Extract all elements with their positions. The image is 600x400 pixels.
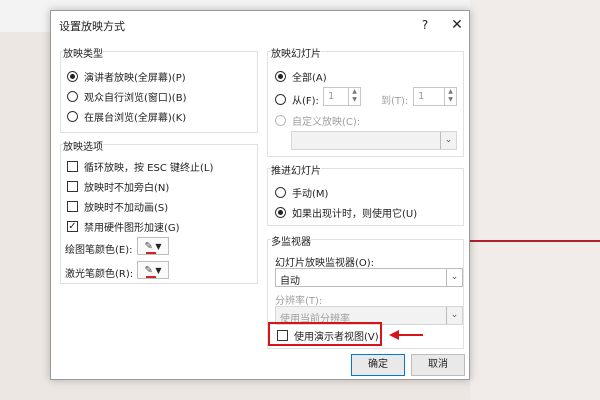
checkbox-icon xyxy=(67,161,78,172)
spinner-arrows-icon[interactable]: ▲ ▼ xyxy=(444,88,456,105)
checkbox-no-narration[interactable]: 放映时不加旁白(N) xyxy=(67,179,169,194)
slide-red-line xyxy=(470,240,600,242)
radio-all-slides[interactable]: 全部(A) xyxy=(275,69,327,84)
pen-icon: ✎ xyxy=(144,265,157,278)
radio-icon xyxy=(67,91,78,102)
checkbox-disable-hw-accel[interactable]: ✓ 禁用硬件图形加速(G) xyxy=(67,219,180,234)
chevron-down-icon: ▼ xyxy=(152,241,162,251)
slides-title: 放映幻灯片 xyxy=(271,45,321,60)
ok-button[interactable]: 确定 xyxy=(351,354,405,376)
radio-custom-show[interactable]: 自定义放映(C): xyxy=(275,113,360,128)
radio-use-timings[interactable]: 如果出现计时，则使用它(U) xyxy=(275,205,417,220)
monitor-select[interactable]: 自动 ⌄ xyxy=(275,268,463,287)
cancel-button[interactable]: 取消 xyxy=(411,354,465,376)
chevron-down-icon: ⌄ xyxy=(440,132,456,149)
radio-icon xyxy=(275,71,286,82)
radio-manual-advance[interactable]: 手动(M) xyxy=(275,185,328,200)
laser-color-label: 激光笔颜色(R): xyxy=(65,269,134,280)
pen-color-button[interactable]: ✎ ▼ xyxy=(137,237,169,255)
show-type-title: 放映类型 xyxy=(63,45,103,60)
chevron-down-icon: ▼ xyxy=(152,265,162,275)
show-options-title: 放映选项 xyxy=(63,138,103,153)
radio-presenter-fullscreen[interactable]: 演讲者放映(全屏幕)(P) xyxy=(67,69,186,84)
pen-icon: ✎ xyxy=(144,241,157,254)
resolution-label: 分辨率(T): xyxy=(275,296,323,307)
radio-icon xyxy=(275,207,286,218)
laser-color-button[interactable]: ✎ ▼ xyxy=(137,261,169,279)
radio-icon xyxy=(275,115,286,126)
close-button[interactable]: ✕ xyxy=(447,15,467,35)
monitors-title: 多监视器 xyxy=(271,233,311,248)
checkbox-icon xyxy=(67,201,78,212)
arrow-left-icon xyxy=(389,330,423,340)
to-slide-label: 到(T): xyxy=(381,96,409,107)
checkbox-loop[interactable]: 循环放映，按 ESC 键终止(L) xyxy=(67,159,213,174)
monitor-label: 幻灯片放映监视器(O): xyxy=(275,258,375,269)
checkmark-icon: ✓ xyxy=(67,221,78,232)
radio-icon xyxy=(67,71,78,82)
slide-canvas xyxy=(470,0,600,400)
pen-color-label: 绘图笔颜色(E): xyxy=(65,245,133,256)
dialog-title: 设置放映方式 xyxy=(59,20,125,33)
radio-icon xyxy=(275,94,286,105)
radio-audience-window[interactable]: 观众自行浏览(窗口)(B) xyxy=(67,89,186,104)
to-slide-spinner[interactable]: 1 ▲ ▼ xyxy=(413,87,457,106)
checkbox-no-animation[interactable]: 放映时不加动画(S) xyxy=(67,199,168,214)
radio-icon xyxy=(275,187,286,198)
radio-icon xyxy=(67,111,78,122)
custom-show-select[interactable]: ⌄ xyxy=(291,131,457,150)
advance-title: 推进幻灯片 xyxy=(271,162,321,177)
chevron-down-icon: ⌄ xyxy=(446,307,462,324)
help-button[interactable]: ? xyxy=(415,15,435,35)
highlight-box xyxy=(268,322,382,346)
radio-kiosk-fullscreen[interactable]: 在展台浏览(全屏幕)(K) xyxy=(67,109,186,124)
from-slide-spinner[interactable]: 1 ▲ ▼ xyxy=(323,87,361,106)
dialog-titlebar: 设置放映方式 ? ✕ xyxy=(51,11,469,39)
chevron-down-icon: ⌄ xyxy=(446,269,462,286)
checkbox-icon xyxy=(67,181,78,192)
spinner-arrows-icon[interactable]: ▲ ▼ xyxy=(348,88,360,105)
set-up-show-dialog: 设置放映方式 ? ✕ 放映类型 演讲者放映(全屏幕)(P) 观众自行浏览(窗口)… xyxy=(50,10,470,380)
radio-from-slide[interactable]: 从(F): xyxy=(275,92,319,107)
